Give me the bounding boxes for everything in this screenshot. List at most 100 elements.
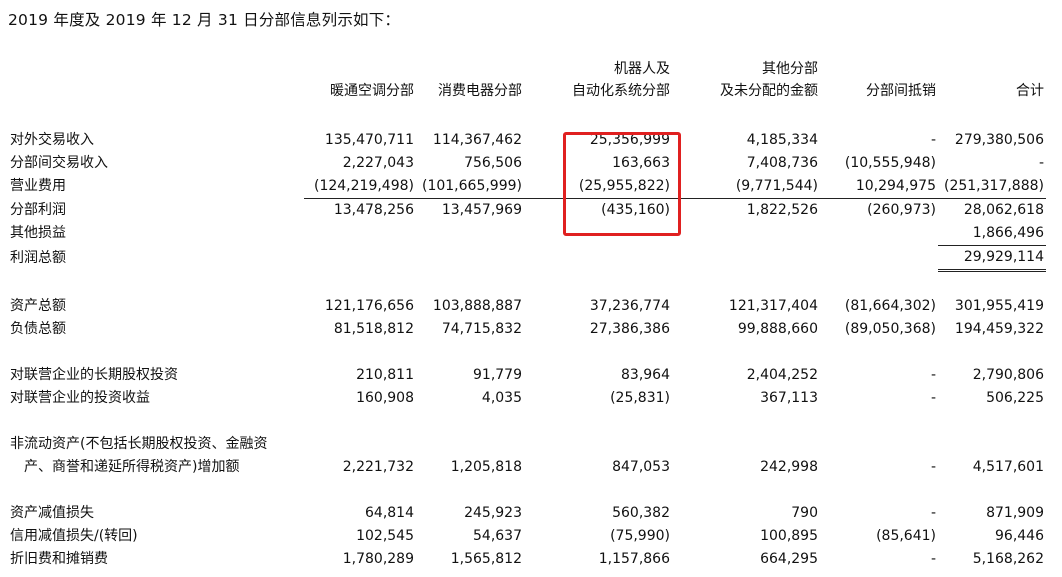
cell-value: 664,295	[760, 551, 818, 567]
cell-value	[820, 222, 938, 246]
cell-value: (25,831)	[610, 390, 670, 406]
cell-value: 2,227,043	[342, 155, 414, 171]
cell-value: (260,973)	[867, 202, 936, 218]
table-row: 其他损益 1,866,496	[8, 222, 1046, 246]
cell-value: (81,664,302)	[844, 298, 936, 314]
cell-value: (124,219,498)	[304, 175, 416, 199]
cell-value: 1,822,526	[746, 202, 818, 218]
cell-value: 242,998	[760, 459, 818, 475]
cell-value: 790	[791, 505, 818, 521]
cell-value: 756,506	[464, 155, 522, 171]
cell-value: 121,176,656	[324, 298, 414, 314]
row-label: 营业费用	[10, 178, 66, 195]
table-row: 对联营企业的投资收益 160,908 4,035 (25,831) 367,11…	[8, 387, 1046, 410]
cell-value: 847,053	[612, 459, 670, 475]
cell-value: 4,035	[481, 390, 522, 406]
cell-value: 2,221,732	[342, 459, 414, 475]
table-row: 利润总额 29,929,114	[8, 245, 1046, 272]
cell-value: 2,790,806	[972, 367, 1044, 383]
cell-value	[672, 222, 820, 246]
section-title: 2019 年度及 2019 年 12 月 31 日分部信息列示如下：	[8, 11, 401, 29]
cell-value: 194,459,322	[954, 321, 1044, 337]
column-header-robotics: 机器人及 自动化系统分部	[572, 61, 670, 99]
cell-value: 5,168,262	[972, 551, 1044, 567]
cell-value: 10,294,975	[820, 175, 938, 199]
header-row: 暖通空调分部 消费电器分部 机器人及 自动化系统分部 其他分部 及未分配的金额 分部…	[8, 58, 1046, 106]
cell-value	[672, 246, 820, 271]
highlight-box	[563, 132, 681, 236]
cell-value: 114,367,462	[432, 132, 522, 148]
cell-value: 54,637	[473, 528, 522, 544]
table-row: 负债总额 81,518,812 74,715,832 27,386,386 99…	[8, 318, 1046, 341]
column-header-total: 合计	[1016, 83, 1044, 99]
cell-value: 1,565,812	[450, 551, 522, 567]
segment-info-table: 暖通空调分部 消费电器分部 机器人及 自动化系统分部 其他分部 及未分配的金额 分部…	[8, 58, 1046, 571]
cell-value: 27,386,386	[589, 321, 670, 337]
row-label: 资产减值损失	[10, 505, 94, 521]
cell-value: 13,478,256	[333, 202, 414, 218]
row-label: 负债总额	[10, 321, 66, 337]
cell-value: 506,225	[986, 390, 1044, 406]
cell-value: (85,641)	[876, 528, 936, 544]
cell-value: (9,771,544)	[672, 175, 820, 199]
cell-value: 64,814	[365, 505, 414, 521]
cell-value: 96,446	[995, 528, 1044, 544]
cell-value: (251,317,888)	[938, 175, 1046, 199]
row-label: 分部间交易收入	[10, 155, 108, 171]
cell-value: 37,236,774	[589, 298, 670, 314]
cell-value: 2,404,252	[746, 367, 818, 383]
row-label: 分部利润	[10, 201, 66, 218]
cell-value: -	[930, 459, 936, 475]
header-label-blank	[8, 58, 304, 106]
cell-value: 121,317,404	[728, 298, 818, 314]
cell-value: -	[930, 551, 936, 567]
cell-value: 1,780,289	[342, 551, 414, 567]
cell-value: -	[1038, 155, 1044, 171]
column-header-hvac: 暖通空调分部	[330, 83, 414, 99]
cell-value: 99,888,660	[737, 321, 818, 337]
row-label: 对联营企业的长期股权投资	[10, 367, 178, 383]
table-row: 资产总额 121,176,656 103,888,887 37,236,774 …	[8, 295, 1046, 318]
cell-value: 4,517,601	[972, 459, 1044, 475]
row-label: 利润总额	[10, 249, 66, 266]
cell-value: 29,929,114	[938, 245, 1046, 272]
cell-value: 135,470,711	[324, 132, 414, 148]
cell-value	[524, 246, 672, 271]
cell-value: 7,408,736	[746, 155, 818, 171]
cell-value: 301,955,419	[954, 298, 1044, 314]
cell-value: 91,779	[473, 367, 522, 383]
cell-value: 13,457,969	[441, 202, 522, 218]
column-header-elimination: 分部间抵销	[866, 83, 936, 99]
cell-value: 81,518,812	[333, 321, 414, 337]
table-row: 非流动资产(不包括长期股权投资、金融资 产、商誉和递延所得税资产)增加额 2,2…	[8, 433, 1046, 479]
cell-value: 4,185,334	[746, 132, 818, 148]
row-label: 其他损益	[10, 225, 66, 242]
row-label: 折旧费和摊销费	[10, 551, 108, 567]
cell-value: -	[930, 505, 936, 521]
cell-value: 871,909	[986, 505, 1044, 521]
table-row: 对外交易收入 135,470,711 114,367,462 25,356,99…	[8, 129, 1046, 152]
cell-value: 83,964	[621, 367, 670, 383]
cell-value	[416, 222, 524, 246]
cell-value: 103,888,887	[432, 298, 522, 314]
table-row: 折旧费和摊销费 1,780,289 1,565,812 1,157,866 66…	[8, 548, 1046, 571]
row-label: 非流动资产(不包括长期股权投资、金融资 产、商誉和递延所得税资产)增加额	[10, 436, 268, 475]
table-row: 资产减值损失 64,814 245,923 560,382 790 - 871,…	[8, 502, 1046, 525]
table-row: 分部利润 13,478,256 13,457,969 (435,160) 1,8…	[8, 199, 1046, 223]
cell-value: 560,382	[612, 505, 670, 521]
cell-value: 1,205,818	[450, 459, 522, 475]
cell-value: (89,050,368)	[844, 321, 936, 337]
cell-value: -	[930, 367, 936, 383]
cell-value: 1,866,496	[938, 222, 1046, 246]
cell-value: 100,895	[760, 528, 818, 544]
cell-value: 160,908	[356, 390, 414, 406]
cell-value: 245,923	[464, 505, 522, 521]
column-header-other: 其他分部 及未分配的金额	[720, 61, 818, 99]
cell-value: 102,545	[356, 528, 414, 544]
table-row: 对联营企业的长期股权投资 210,811 91,779 83,964 2,404…	[8, 364, 1046, 387]
table-row: 分部间交易收入 2,227,043 756,506 163,663 7,408,…	[8, 152, 1046, 175]
cell-value: 28,062,618	[963, 202, 1044, 218]
table-row: 营业费用 (124,219,498) (101,665,999) (25,955…	[8, 175, 1046, 199]
cell-value	[820, 246, 938, 271]
row-label: 信用减值损失/(转回)	[10, 528, 138, 544]
